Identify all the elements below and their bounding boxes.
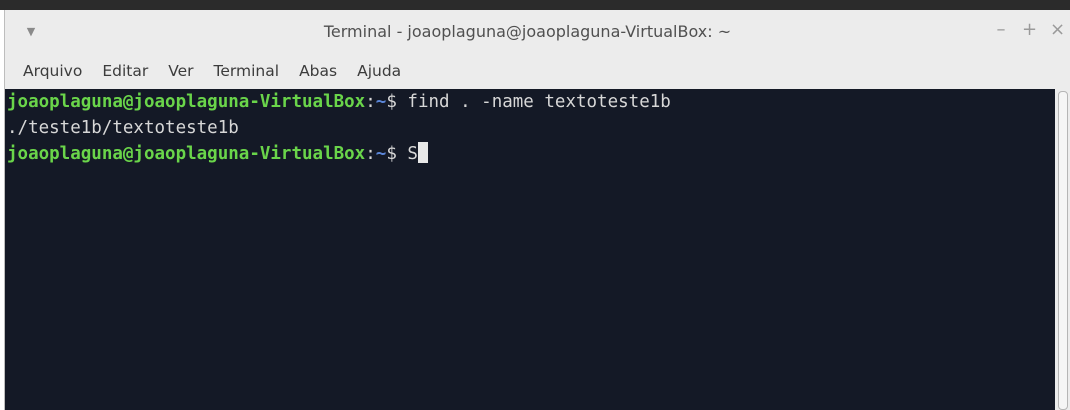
menu-ver[interactable]: Ver [162,58,199,84]
title-bar[interactable]: ▼ Terminal - joaoplaguna@joaoplaguna-Vir… [5,10,1070,54]
menu-bar: Arquivo Editar Ver Terminal Abas Ajuda [5,54,1070,88]
prompt-separator: : [365,144,376,164]
menu-arquivo[interactable]: Arquivo [17,58,88,84]
terminal-line: ./teste1b/textoteste1b [5,115,1055,141]
desktop-top-strip [0,0,1070,10]
menu-ajuda[interactable]: Ajuda [351,58,407,84]
terminal-area[interactable]: joaoplaguna@joaoplaguna-VirtualBox:~$ fi… [5,89,1055,410]
prompt-separator: : [365,92,376,112]
terminal-window: ▼ Terminal - joaoplaguna@joaoplaguna-Vir… [4,10,1070,410]
prompt-symbol: $ [386,144,408,164]
prompt-symbol: $ [386,92,408,112]
prompt-user: joaoplaguna@joaoplaguna-VirtualBox [7,92,366,112]
command-output: ./teste1b/textoteste1b [7,118,239,138]
close-icon[interactable]: × [1050,20,1065,42]
command-text: find . -name textoteste1b [407,92,671,112]
minimize-icon[interactable]: – [994,20,1008,42]
scrollbar-thumb[interactable] [1058,91,1068,410]
window-controls: – + × [994,20,1066,42]
text-cursor [417,142,428,163]
terminal-line: joaoplaguna@joaoplaguna-VirtualBox:~$ S [5,141,1055,167]
menu-editar[interactable]: Editar [96,58,154,84]
prompt-path: ~ [375,144,387,164]
maximize-icon[interactable]: + [1022,20,1037,42]
window-title: Terminal - joaoplaguna@joaoplaguna-Virtu… [323,22,732,41]
vertical-scrollbar[interactable] [1055,89,1070,410]
prompt-user: joaoplaguna@joaoplaguna-VirtualBox [7,144,366,164]
terminal-line: joaoplaguna@joaoplaguna-VirtualBox:~$ fi… [5,89,1055,115]
menu-abas[interactable]: Abas [293,58,343,84]
prompt-path: ~ [375,92,387,112]
menu-terminal[interactable]: Terminal [208,58,286,84]
command-input[interactable]: S [407,144,418,164]
